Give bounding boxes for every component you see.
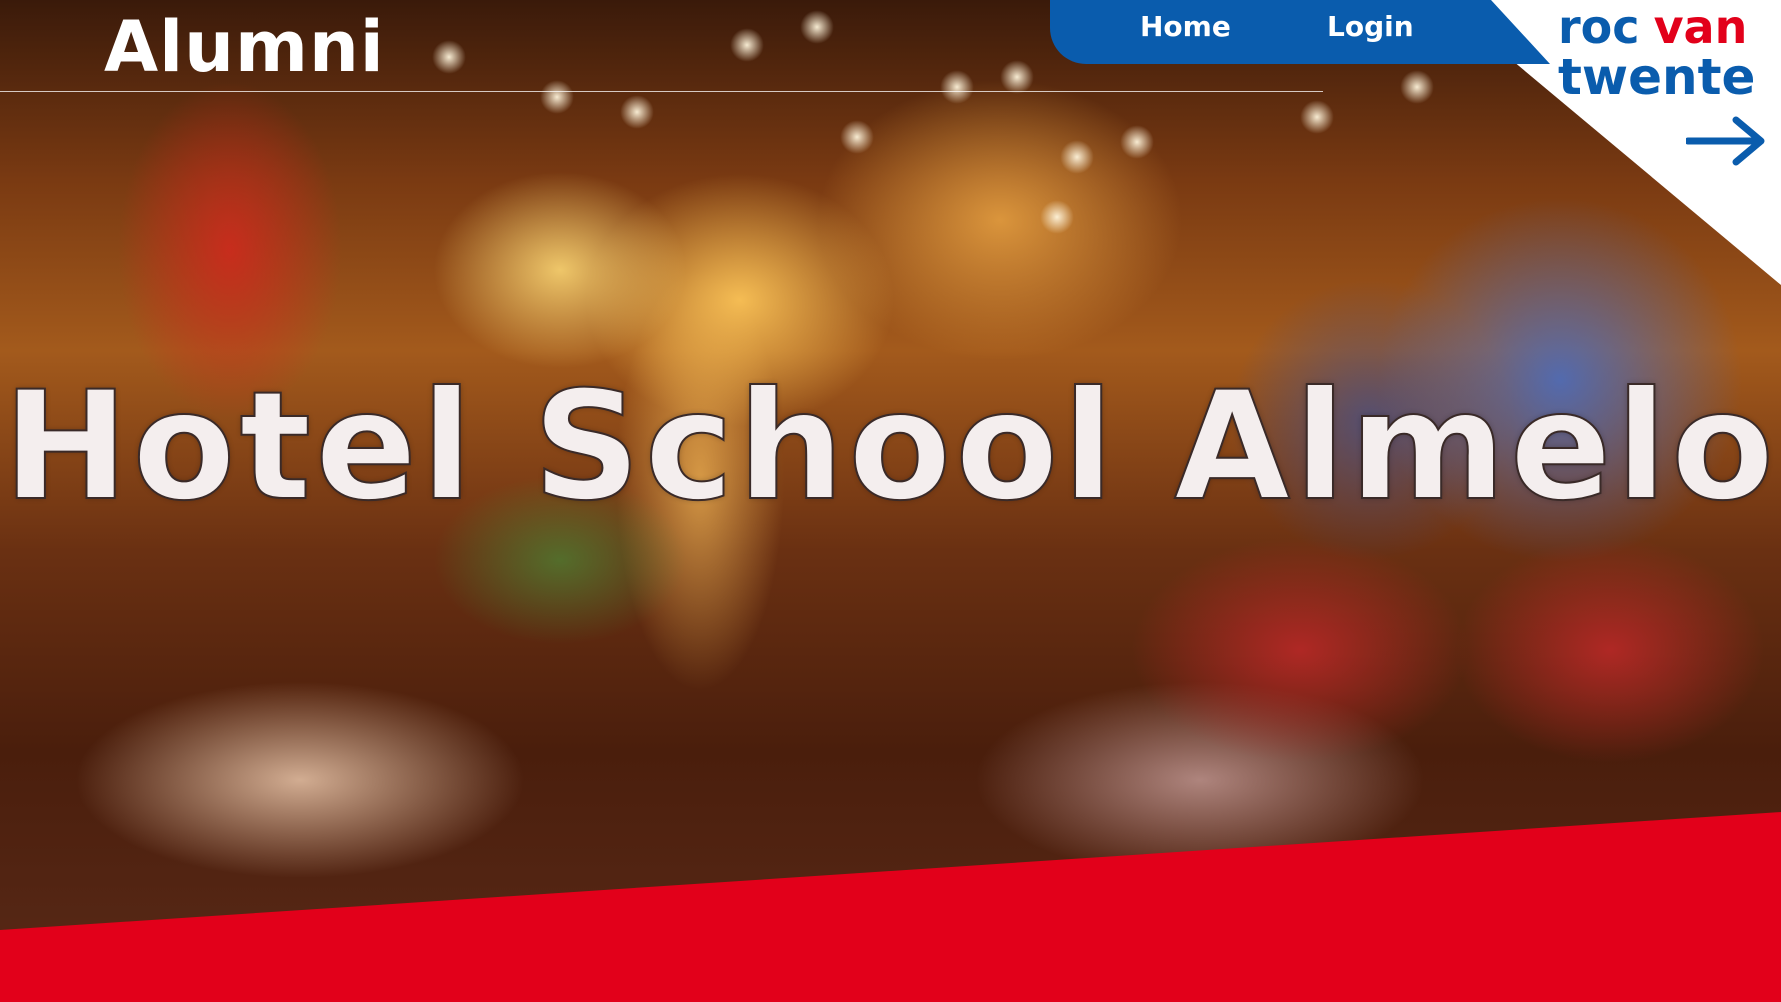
logo-word-roc: roc (1558, 0, 1640, 54)
hero-title: Hotel School Almelo (2, 359, 1779, 535)
logo-line-1: roc van (1558, 4, 1747, 50)
header-divider (0, 91, 1323, 92)
nav-login-link[interactable]: Login (1327, 10, 1414, 43)
nav-home-link[interactable]: Home (1140, 10, 1231, 43)
logo-word-van: van (1653, 0, 1748, 54)
page: Alumni Home Login roc van twente Hotel Sc… (0, 0, 1781, 1002)
logo-word-twente: twente (1558, 48, 1756, 106)
arrow-right-icon (1686, 116, 1765, 166)
nav-background (1050, 0, 1550, 64)
brand-title: Alumni (104, 6, 385, 88)
